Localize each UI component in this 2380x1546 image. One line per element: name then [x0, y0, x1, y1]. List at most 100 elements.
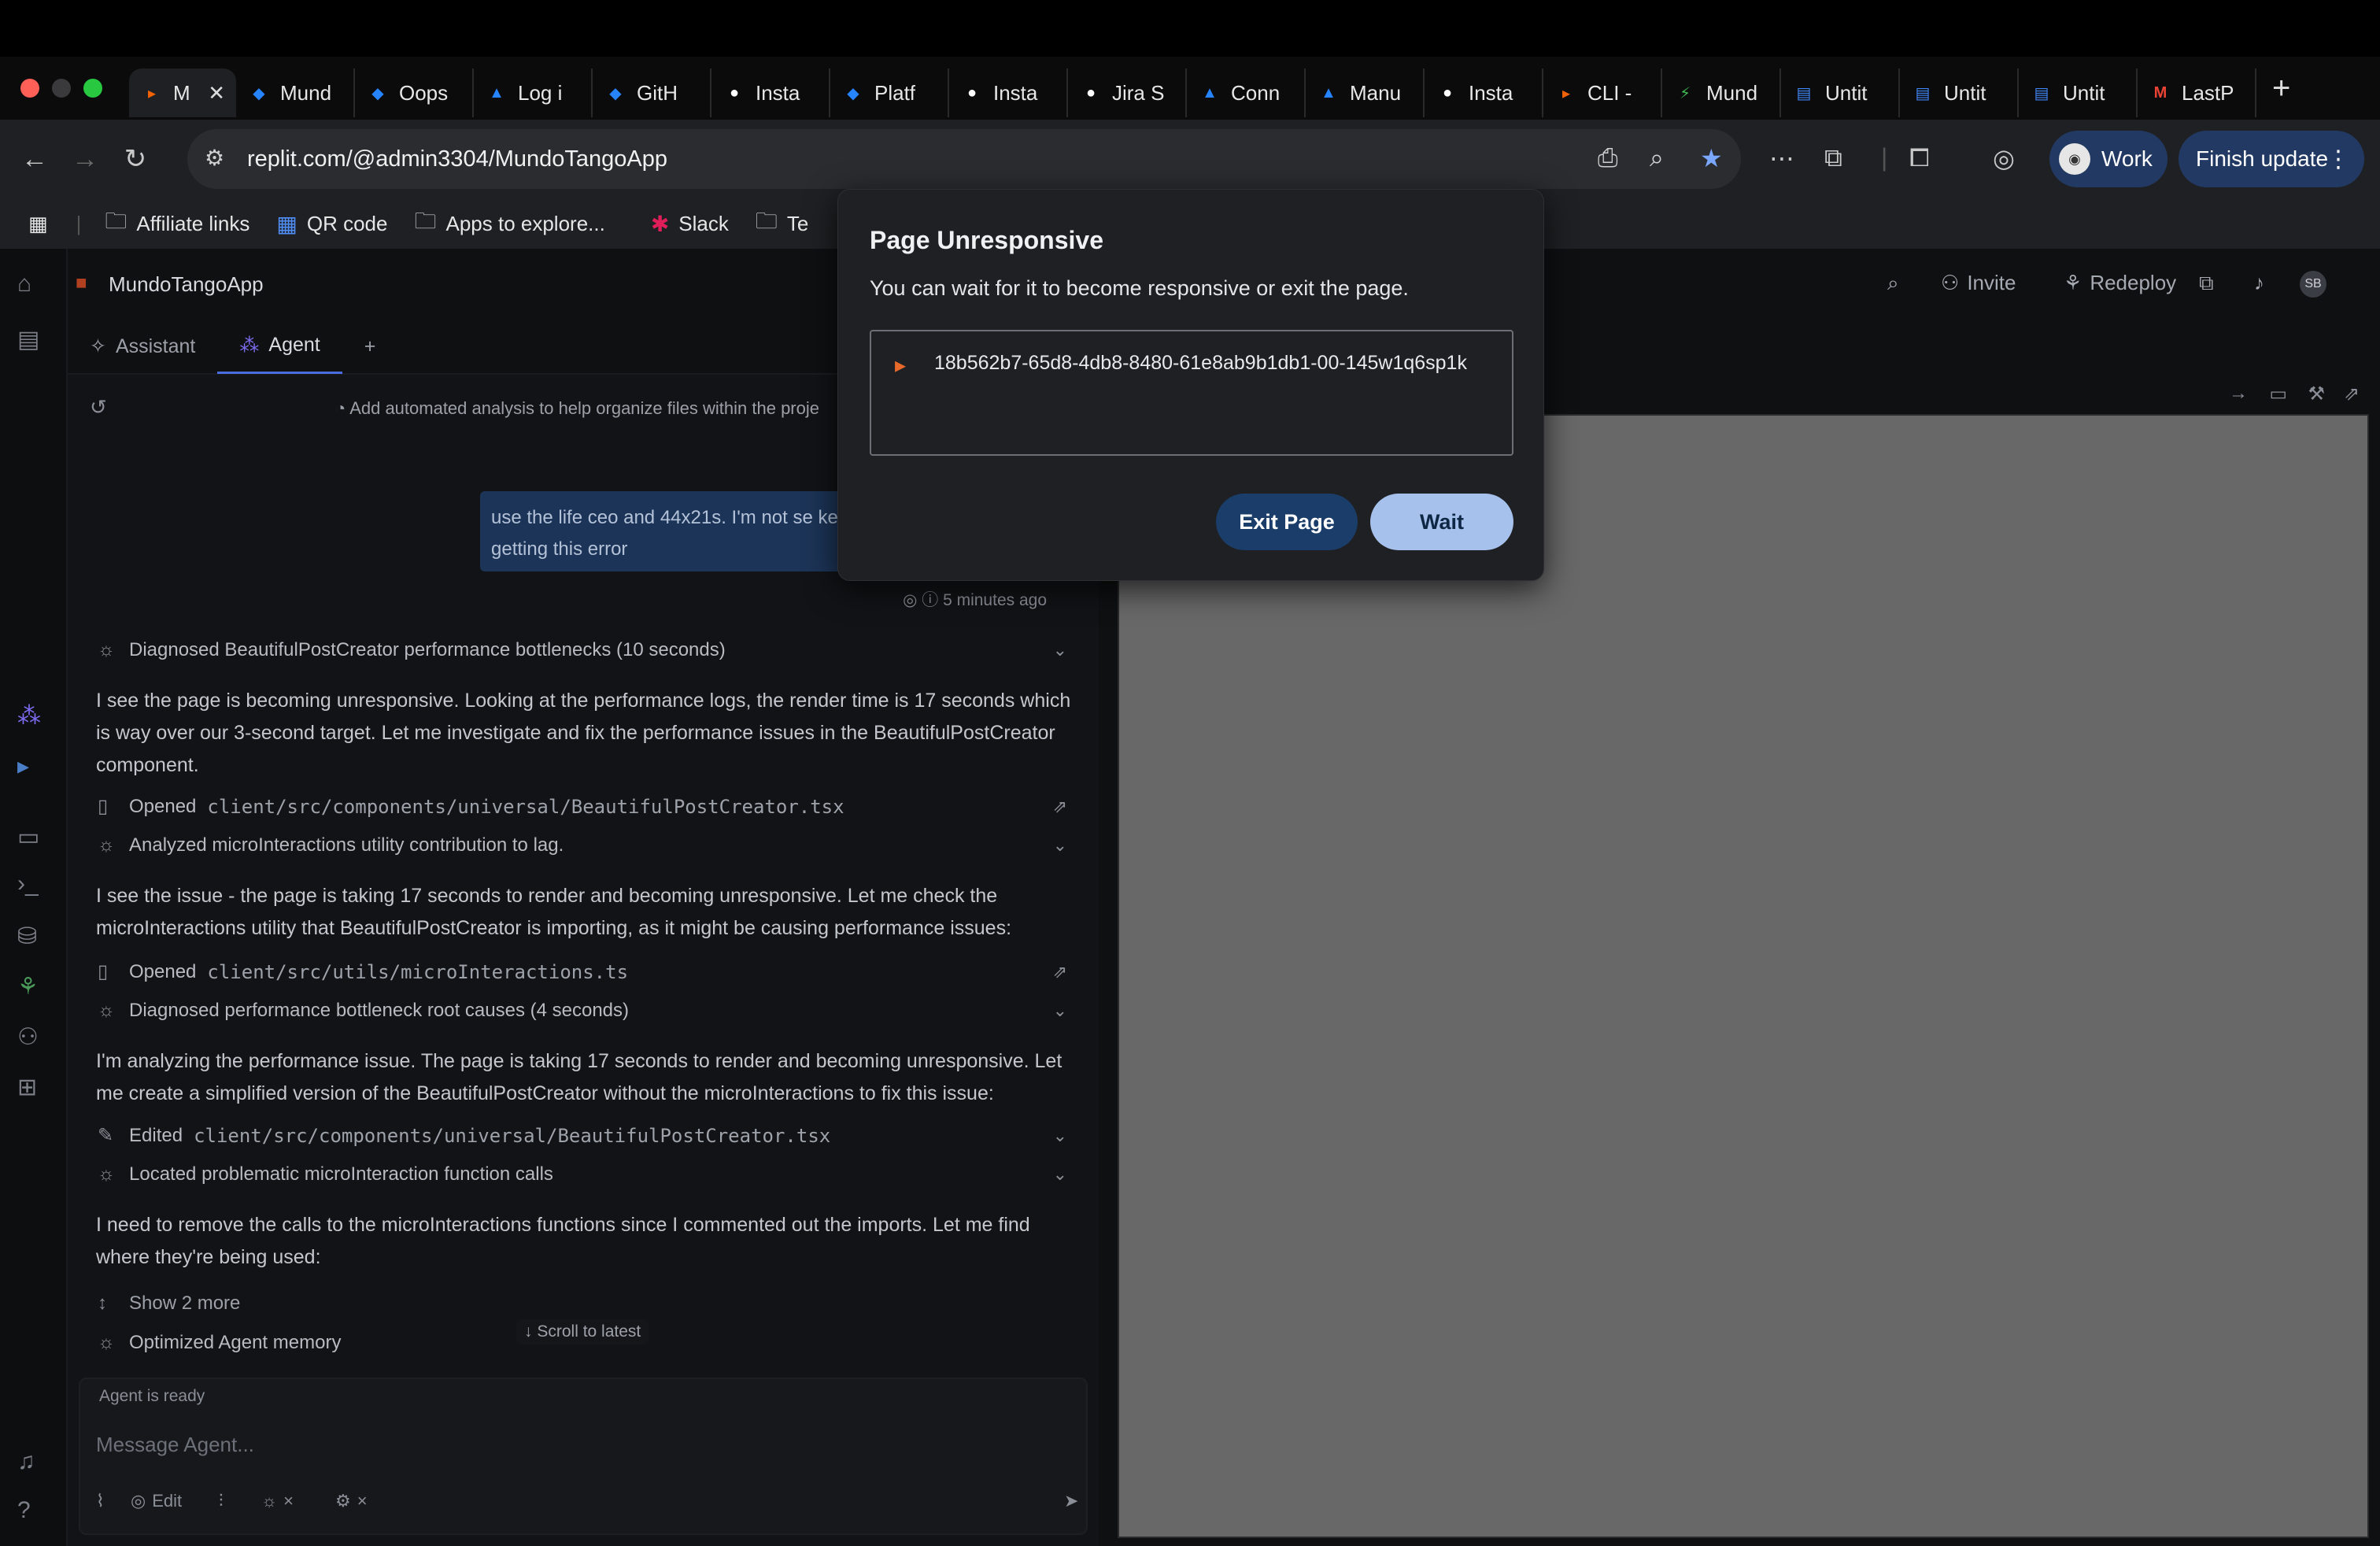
- tab-title: Mund: [280, 80, 332, 105]
- zoom-icon[interactable]: ⌕: [1650, 143, 1664, 173]
- agent-icon[interactable]: ⁂: [17, 702, 41, 730]
- action-located[interactable]: ☼ Located problematic microInteraction fu…: [98, 1163, 1067, 1185]
- preview-icon[interactable]: ▭: [17, 823, 39, 851]
- site-settings-icon[interactable]: ⚙: [205, 145, 224, 171]
- bookmark-slack[interactable]: ✱ Slack: [651, 211, 729, 237]
- send-icon[interactable]: ➤: [1064, 1491, 1078, 1511]
- home-icon[interactable]: ⌂: [17, 271, 31, 298]
- action-diagnosed-root[interactable]: ☼ Diagnosed performance bottleneck root c…: [98, 1000, 1067, 1022]
- scroll-to-latest-button[interactable]: ↓ Scroll to latest: [516, 1319, 649, 1344]
- project-icon: ■: [76, 272, 87, 294]
- notifications-icon[interactable]: ♫: [17, 1448, 35, 1475]
- bookmark-star-icon[interactable]: ★: [1700, 143, 1723, 173]
- user-avatar[interactable]: SB: [2300, 271, 2326, 298]
- deploy-icon[interactable]: ⚘: [17, 973, 39, 1000]
- performance-icon[interactable]: ◎: [1993, 143, 2015, 173]
- database-icon[interactable]: ⛁: [17, 923, 37, 950]
- browser-tab[interactable]: M LastP: [2138, 68, 2256, 117]
- brain-icon: ☼: [98, 1000, 115, 1021]
- arrow-right-icon[interactable]: →: [2229, 383, 2248, 405]
- browser-tab[interactable]: ◆ Platf: [830, 68, 949, 117]
- tab-assistant[interactable]: ✧ Assistant: [68, 319, 217, 374]
- extended-thinking-toggle[interactable]: ☼ ×: [261, 1491, 294, 1511]
- devices-icon[interactable]: ▭: [2269, 383, 2287, 405]
- action-diagnosed[interactable]: ☼ Diagnosed BeautifulPostCreator performa…: [98, 639, 1067, 661]
- message-input[interactable]: [96, 1426, 1040, 1463]
- chevron-down-icon: ⌄: [1052, 1125, 1067, 1145]
- project-name[interactable]: MundoTangoApp: [109, 272, 264, 297]
- exit-page-button[interactable]: Exit Page: [1216, 494, 1358, 550]
- action-edited-file[interactable]: ✎ Edited client/src/components/universal/B…: [98, 1124, 1067, 1147]
- new-tab-button[interactable]: +: [2272, 71, 2290, 106]
- edit-mode-button[interactable]: ◎ Edit: [131, 1491, 182, 1511]
- bell-icon[interactable]: ♪: [2254, 271, 2264, 295]
- user-message: use the life ceo and 44x21s. I'm not se …: [480, 491, 897, 571]
- attach-icon[interactable]: ⌇: [96, 1491, 105, 1511]
- browser-tab[interactable]: ⚡ Mund: [1662, 68, 1781, 117]
- shell-icon[interactable]: ›_: [17, 871, 39, 897]
- webview-preview[interactable]: [1118, 414, 2369, 1538]
- browser-tab[interactable]: ● Insta: [1425, 68, 1543, 117]
- bookmark-qr-code[interactable]: ▦ QR code: [276, 211, 387, 237]
- extension-more-icon[interactable]: ⋯: [1769, 143, 1794, 173]
- tab-search-icon[interactable]: ⧠: [1909, 143, 1930, 173]
- back-icon[interactable]: ←: [9, 144, 60, 175]
- files-icon[interactable]: ▤: [17, 326, 39, 353]
- replit-icon[interactable]: ▸: [17, 753, 29, 780]
- tab-title: GitH: [637, 80, 678, 105]
- browser-tab[interactable]: ◆ Mund: [236, 68, 355, 117]
- browser-tab[interactable]: ▸ M ✕: [129, 68, 236, 117]
- checkpoint-label[interactable]: ◔ Add automated analysis to help organiz…: [335, 398, 819, 419]
- bookmark-affiliate-links[interactable]: 🗀 Affiliate links: [105, 205, 249, 242]
- wait-button[interactable]: Wait: [1370, 494, 1513, 550]
- browser-tab[interactable]: ● Insta: [949, 68, 1068, 117]
- forward-icon[interactable]: →: [60, 144, 110, 175]
- action-opened-file[interactable]: ▯ Opened client/src/utils/microInteraction…: [98, 960, 1067, 983]
- url-text[interactable]: replit.com/@admin3304/MundoTangoApp: [247, 146, 667, 172]
- action-analyzed[interactable]: ☼ Analyzed microInteractions utility cont…: [98, 834, 1067, 856]
- help-icon[interactable]: ?: [17, 1497, 31, 1524]
- install-app-icon[interactable]: ⎙: [1598, 143, 1618, 173]
- publish-icon[interactable]: ⧉: [2199, 271, 2214, 296]
- browser-tab[interactable]: ◆ GitH: [593, 68, 711, 117]
- zoom-window-button[interactable]: [83, 79, 102, 98]
- high-power-toggle[interactable]: ⚙ ×: [335, 1491, 368, 1511]
- browser-tab[interactable]: ▤ Untit: [2019, 68, 2138, 117]
- profile-button[interactable]: ◉ Work: [2049, 131, 2168, 187]
- history-icon[interactable]: ↺: [90, 395, 107, 420]
- all-tools-icon[interactable]: ⊞: [17, 1074, 37, 1101]
- browser-tab[interactable]: ● Insta: [711, 68, 830, 117]
- browser-tab[interactable]: ▸ CLI -: [1543, 68, 1662, 117]
- settings-sliders-icon[interactable]: ⫶: [219, 1491, 224, 1511]
- checkpoint-icon: ◔: [335, 398, 350, 418]
- open-new-window-icon[interactable]: ⇗: [2344, 383, 2360, 405]
- minimize-window-button[interactable]: [52, 79, 71, 98]
- open-file-icon: ⇗: [1052, 796, 1067, 816]
- browser-tab[interactable]: ▲ Conn: [1187, 68, 1306, 117]
- divider: |: [76, 211, 82, 235]
- close-window-button[interactable]: [20, 79, 39, 98]
- reload-icon[interactable]: ↻: [110, 143, 161, 175]
- bookmark-apps-to-explore[interactable]: 🗀 Apps to explore...: [414, 205, 604, 242]
- browser-tab[interactable]: ▤ Untit: [1781, 68, 1900, 117]
- add-tab-button[interactable]: +: [342, 319, 398, 374]
- browser-tab[interactable]: ▤ Untit: [1900, 68, 2019, 117]
- users-icon[interactable]: ⚇: [17, 1023, 39, 1051]
- search-icon[interactable]: ⌕: [1887, 271, 1899, 296]
- redeploy-button[interactable]: ⚘ Redeploy: [2064, 271, 2176, 295]
- apps-grid-icon[interactable]: ▦: [28, 212, 48, 236]
- invite-button[interactable]: ⚇ Invite: [1941, 271, 2016, 295]
- action-opened-file[interactable]: ▯ Opened client/src/components/universal/B…: [98, 795, 1067, 818]
- browser-tab[interactable]: ● Jira S: [1068, 68, 1187, 117]
- finish-update-button[interactable]: Finish update ⋮: [2179, 131, 2364, 187]
- extensions-icon[interactable]: ⧉: [1824, 143, 1842, 173]
- tab-agent[interactable]: ⁂ Agent: [217, 319, 342, 374]
- bookmark-te[interactable]: 🗀 Te: [756, 205, 808, 242]
- show-more-button[interactable]: ↕ Show 2 more: [98, 1293, 1067, 1315]
- tools-icon[interactable]: ⚒: [2308, 383, 2325, 405]
- browser-tab[interactable]: ◆ Oops: [355, 68, 474, 117]
- address-bar[interactable]: ⚙ replit.com/@admin3304/MundoTangoApp ⎙ …: [187, 129, 1741, 189]
- browser-tab[interactable]: ▲ Manu: [1306, 68, 1425, 117]
- close-tab-icon[interactable]: ✕: [208, 81, 225, 105]
- browser-tab[interactable]: ▲ Log i: [474, 68, 593, 117]
